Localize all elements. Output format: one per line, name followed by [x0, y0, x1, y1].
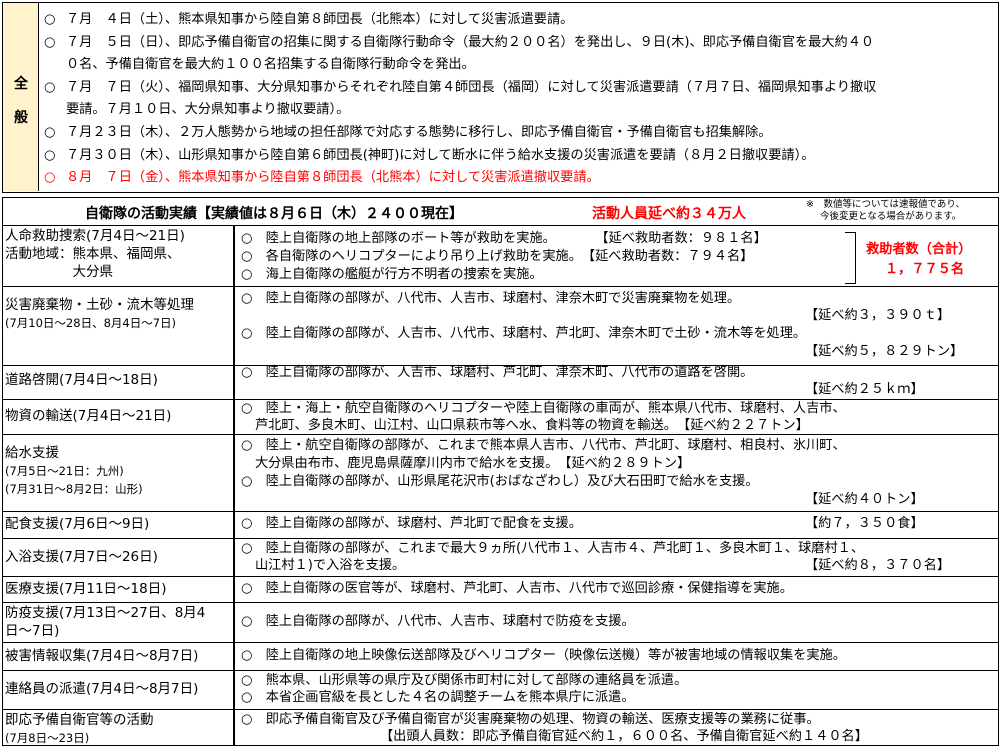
activity-line: ○ 陸上自衛隊の地上部隊のボート等が救助を実施。 【延べ救助者数：９８１名】 — [241, 231, 767, 246]
row-divider — [2, 225, 999, 226]
overview-label: 全 般 — [3, 3, 39, 191]
overview-panel: 全 般 ○ ７月 ４日（土）、熊本県知事から陸自第８師団長（北熊本）に対して災害派… — [2, 2, 999, 193]
activity-line: ○ 即応予備自衛官及び予備自衛官が災害廃棄物の処理、物資の輸送、医療支援等の業務… — [241, 712, 820, 727]
category-meals: 配食支援(7月6日～9日) — [5, 516, 150, 532]
row-divider — [2, 286, 999, 287]
overview-line: ○ ７月３０日（木）、山形県知事から陸自第６師団長(神町)に対して断水に伴う給水支… — [44, 148, 815, 163]
rescue-total-value: １，７７５名 — [885, 262, 965, 277]
row-divider — [2, 511, 999, 512]
overview-line: 要請。７月１０日、大分県知事より撤収要請）。 — [66, 102, 350, 117]
activity-figure: 【延べ約２５ｋｍ】 — [805, 382, 924, 397]
activity-line: ○ 本省企画官級を長とした４名の調整チームを熊本県庁に派遣。 — [241, 690, 635, 705]
activity-line: ○ 陸上自衛隊の部隊が、人吉市、八代市、球磨村、芦北町、津奈木町で土砂・流木等を… — [241, 326, 807, 341]
activity-line: 大分県由布市、鹿児島県薩摩川内市で給水を支援。 【延べ約２８９トン】 — [255, 456, 691, 471]
activity-line: ○ 陸上・海上・航空自衛隊のヘリコプターや陸上自衛隊の車両が、熊本県八代市、球磨… — [241, 401, 846, 416]
activity-line: 山江村１)で入浴を支援。 — [255, 558, 406, 573]
category-water: 給水支援 (7月5日～21日：九州) (7月31日～8月2日：山形) — [5, 445, 143, 496]
activity-line: ○ 海上自衛隊の艦艇が行方不明者の捜索を実施。 — [241, 267, 543, 282]
row-divider — [2, 602, 999, 603]
category-rescue: 人命救助捜索(7月4日～21日) 活動地域：熊本県、福岡県、 大分県 — [5, 228, 185, 280]
category-debris: 災害廃棄物・土砂・流木等処理 (7月10日～28日、8月4日～7日) — [5, 297, 194, 330]
activity-line: ○ 陸上自衛隊の部隊が、球磨村、芦北町で配食を支援。 — [241, 516, 582, 531]
category-medical: 医療支援(7月11日～18日) — [5, 581, 167, 597]
activity-figure: 【約７，３５０食】 — [805, 516, 924, 531]
activity-line: ○ 陸上自衛隊の地上映像伝送部隊及びヘリコプター（映像伝送機）等が被害地域の情報… — [241, 648, 846, 663]
activity-line: ○ 陸上自衛隊の部隊が、山形県尾花沢市(おばなざわし）及び大石田町で給水を支援。 — [241, 474, 759, 489]
activity-line: ○ 陸上・航空自衛隊の部隊が、これまで熊本県人吉市、八代市、芦北町、球磨村、相良… — [241, 438, 846, 453]
overview-line: ○ ７月 ５日（日）、即応予備自衛官の招集に関する自衛隊行動命令（最大約２００名）… — [44, 35, 875, 50]
activity-figure: 【延べ約８，３７０名】 — [805, 558, 951, 573]
activity-figure: 【出頭人員数：即応予備自衛官延べ約１，６００名、予備自衛官延べ約１４０名】 — [380, 729, 868, 744]
overview-line: ○ ７月 ７日（火）、福岡県知事、大分県知事からそれぞれ陸自第４師団長（福岡）に対… — [44, 80, 877, 95]
overview-label-char-1: 全 — [14, 76, 28, 92]
overview-line: ０名、予備自衛官を最大約１００名招集する自衛隊行動命令を発出。 — [66, 57, 475, 72]
row-divider — [2, 576, 999, 577]
activity-line: ○ 熊本県、山形県等の県庁及び関係市町村に対して部隊の連絡員を派遣。 — [241, 673, 688, 688]
category-liaison: 連絡員の派遣(7月4日～8月7日) — [5, 681, 199, 697]
activity-line: ○ 陸上自衛隊の部隊が、八代市、人吉市、球磨村、津奈木町で災害廃棄物を処理。 — [241, 291, 741, 306]
overview-body: ○ ７月 ４日（土）、熊本県知事から陸自第８師団長（北熊本）に対して災害派遣要請。… — [40, 3, 998, 191]
activity-line: ○ 陸上自衛隊の部隊が、これまで最大９ヵ所(八代市１、人吉市４、芦北町１、多良木… — [241, 541, 865, 556]
activity-line: ○ 各自衛隊のヘリコプターにより吊り上げ救助を実施。 【延べ救助者数：７９４名】 — [241, 249, 754, 264]
category-bath: 入浴支援(7月7日～26日) — [5, 549, 158, 565]
total-bracket — [845, 232, 856, 284]
overview-line: ○ ７月 ４日（土）、熊本県知事から陸自第８師団長（北熊本）に対して災害派遣要請。 — [44, 12, 574, 27]
rescue-total-label: 救助者数（合計） — [866, 242, 972, 257]
personnel-total: 活動人員延べ約３４万人 — [592, 206, 746, 222]
row-divider — [2, 709, 999, 710]
activity-line: 芦北町、多良木町、山江村、山口県萩市等へ水、食料等の物資を輸送。 【延べ約２２７… — [255, 418, 809, 433]
row-divider — [2, 538, 999, 539]
overview-line-highlight: ○ ８月 ７日（金）、熊本県知事から陸自第８師団長（北熊本）に対して災害派遣撤収要… — [44, 170, 600, 185]
row-divider — [2, 642, 999, 643]
overview-line: ○ ７月２３日（木）、２万人態勢から地域の担任部隊で対応する態勢に移行し、即応予備… — [44, 125, 772, 140]
disclaimer-note: ※ 数値等については速報値であり、 今後変更となる場合があります。 — [806, 199, 966, 222]
row-divider — [2, 670, 999, 671]
category-disinfection: 防疫支援(7月13日～27日、8月4 日～7日) — [5, 605, 206, 639]
category-road: 道路啓開(7月4日～18日) — [5, 372, 158, 388]
table-title: 自衛隊の活動実績【実績値は８月６日（木）２４００現在】 — [85, 206, 463, 222]
activity-line: ○ 陸上自衛隊の部隊が、人吉市、球磨村、芦北町、津奈木町、八代市の道路を啓開。 — [241, 365, 754, 380]
overview-label-char-2: 般 — [14, 110, 28, 126]
activity-figure: 【延べ約３，３９０ｔ】 — [805, 308, 951, 323]
category-info: 被害情報収集(7月4日～8月7日) — [5, 648, 199, 664]
category-reserve: 即応予備自衛官等の活動 (7月8日～23日) — [5, 712, 154, 745]
activity-line: ○ 陸上自衛隊の部隊が、八代市、人吉市、球磨村で防疫を支援。 — [241, 614, 635, 629]
activity-figure: 【延べ約５，８２９トン】 — [805, 344, 964, 359]
category-transport: 物資の輸送(7月4日～21日) — [5, 408, 172, 424]
activity-line: ○ 陸上自衛隊の医官等が、球磨村、芦北町、人吉市、八代市で巡回診療・保健指導を実… — [241, 581, 793, 596]
activity-figure: 【延べ約４０トン】 — [805, 492, 924, 507]
